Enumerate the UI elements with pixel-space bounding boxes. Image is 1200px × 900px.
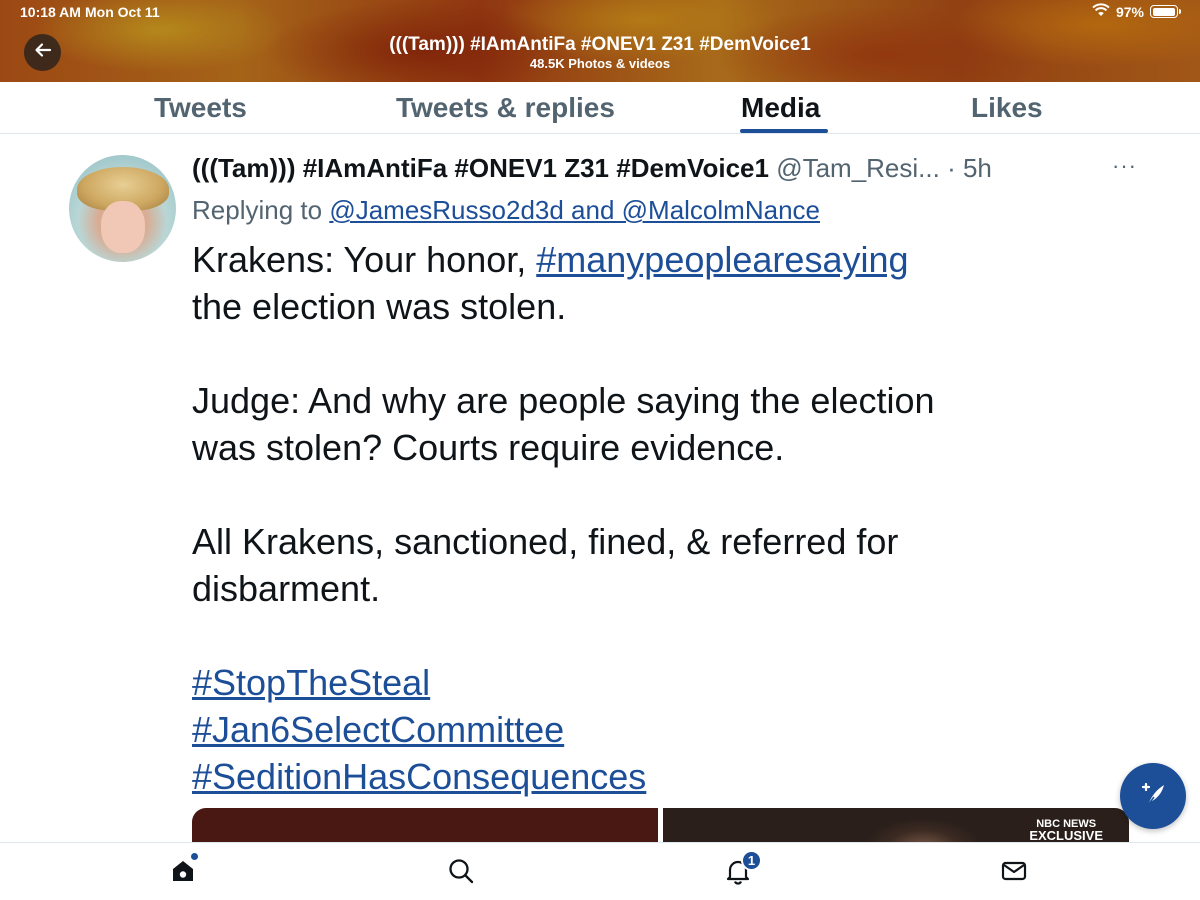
nav-search[interactable]	[445, 857, 477, 889]
active-tab-indicator	[740, 129, 828, 133]
tweet-header: (((Tam))) #IAmAntiFa #ONEV1 Z31 #DemVoic…	[192, 153, 1122, 184]
status-time: 10:18 AM	[20, 4, 81, 20]
search-icon	[447, 857, 475, 890]
wifi-icon	[1092, 3, 1110, 20]
news-badge-line2: EXCLUSIVE	[1029, 828, 1103, 843]
home-unread-dot	[191, 853, 198, 860]
battery-icon	[1150, 5, 1181, 18]
replying-to: Replying to @JamesRusso2d3d and @Malcolm…	[192, 195, 820, 226]
status-bar: 10:18 AM Mon Oct 11 97%	[0, 0, 1200, 24]
status-right: 97%	[1092, 3, 1181, 20]
tweet-line: disbarment.	[192, 568, 381, 609]
tweet-line: Krakens: Your honor, #manypeoplearesayin…	[192, 236, 1092, 283]
compose-tweet-button[interactable]	[1120, 763, 1186, 829]
nav-messages[interactable]	[998, 857, 1030, 889]
battery-fill	[1152, 7, 1175, 16]
home-icon	[169, 857, 197, 890]
status-date: Mon Oct 11	[85, 4, 160, 20]
tweet-line-text: Krakens: Your honor,	[192, 239, 537, 280]
hashtag-link[interactable]: #Jan6SelectCommittee	[192, 709, 564, 750]
compose-icon	[1136, 777, 1170, 816]
hashtag-link[interactable]: #StopTheSteal	[192, 662, 430, 703]
tweet-time[interactable]: 5h	[963, 153, 992, 183]
tweet-separator: ·	[939, 153, 963, 183]
profile-subtitle: 48.5K Photos & videos	[529, 56, 671, 71]
profile-header: 10:18 AM Mon Oct 11 97% (((Tam))) #IAmAn…	[0, 0, 1200, 82]
tweet-text: Krakens: Your honor, #manypeoplearesayin…	[192, 236, 1092, 800]
tweet-author-name[interactable]: (((Tam))) #IAmAntiFa #ONEV1 Z31 #DemVoic…	[192, 153, 769, 183]
replying-prefix: Replying to	[192, 195, 330, 225]
tweet-line: Judge: And why are people saying the ele…	[192, 380, 935, 421]
notification-count-badge: 1	[741, 850, 762, 871]
hashtag-link[interactable]: #SeditionHasConsequences	[192, 756, 646, 797]
tweet-handle[interactable]: @Tam_Resi...	[776, 153, 940, 183]
profile-title: (((Tam))) #IAmAntiFa #ONEV1 Z31 #DemVoic…	[389, 34, 811, 55]
mail-icon	[1000, 857, 1028, 890]
avatar[interactable]	[69, 155, 176, 262]
tweet-line: All Krakens, sanctioned, fined, & referr…	[192, 521, 899, 562]
replying-to-link[interactable]: @JamesRusso2d3d and @MalcolmNance	[329, 195, 820, 225]
tweet-line: was stolen? Courts require evidence.	[192, 427, 785, 468]
tab-tweets[interactable]: Tweets	[154, 92, 247, 124]
tab-likes[interactable]: Likes	[971, 92, 1043, 124]
news-badge: NBC NEWS EXCLUSIVE	[1029, 818, 1103, 842]
tweet-line: the election was stolen.	[192, 286, 567, 327]
profile-tabs: Tweets Tweets & replies Media Likes	[0, 82, 1200, 134]
tab-media[interactable]: Media	[741, 92, 820, 124]
more-icon[interactable]: ···	[1112, 153, 1137, 179]
tab-tweets-replies[interactable]: Tweets & replies	[396, 92, 615, 124]
battery-percent: 97%	[1115, 3, 1144, 20]
hashtag-link[interactable]: #manypeoplearesaying	[536, 239, 908, 280]
avatar-face	[101, 201, 145, 253]
nav-home[interactable]	[167, 857, 199, 889]
bottom-navigation	[0, 842, 1200, 900]
